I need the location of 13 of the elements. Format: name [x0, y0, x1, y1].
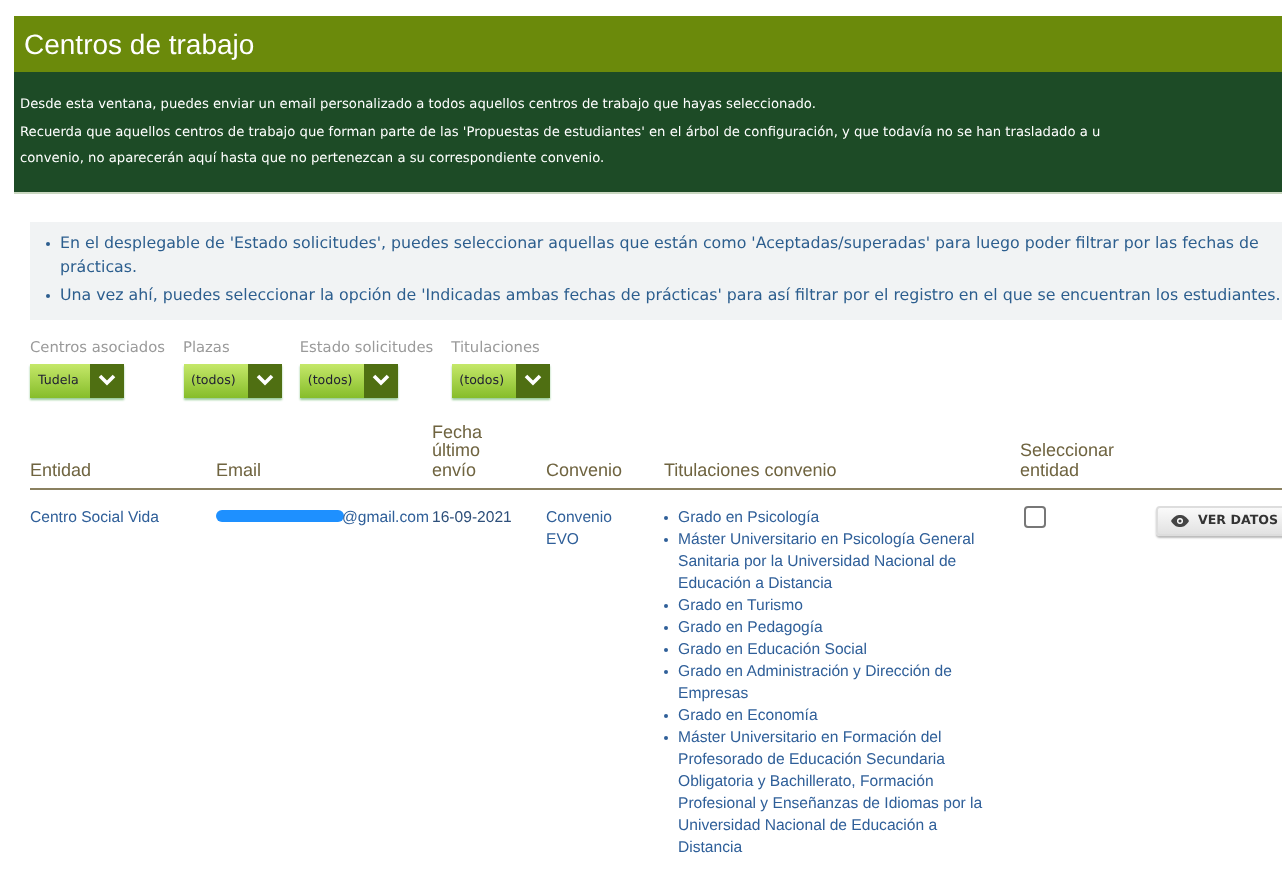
column-header: Entidad [30, 459, 92, 479]
chevron-down-icon [98, 374, 117, 386]
select-checkbox[interactable] [1024, 506, 1046, 528]
chevron-down-icon [255, 374, 274, 386]
chevron-down-icon [524, 374, 543, 386]
chevron-down-icon [372, 374, 391, 386]
column-header: Convenio [546, 461, 625, 480]
eye-icon [1170, 514, 1190, 528]
column-header: Fecha último envío [432, 421, 483, 479]
column-header: Titulaciones convenio [664, 459, 837, 479]
column-header: Email [216, 459, 262, 479]
window-title: Centros de trabajo [24, 28, 255, 60]
column-header: Seleccionar entidad [1020, 440, 1115, 479]
